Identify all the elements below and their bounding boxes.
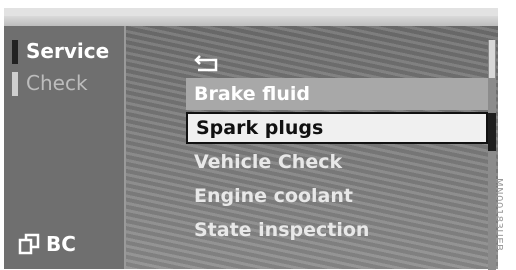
left-menu-item-label: Service — [26, 39, 110, 63]
bc-label: BC — [46, 232, 76, 256]
selection-marker — [12, 40, 18, 64]
menu-item-state-inspection[interactable]: State inspection — [186, 214, 488, 246]
image-code: MN00183UEB — [493, 178, 504, 252]
bc-icon — [18, 233, 40, 255]
bc-button[interactable]: BC — [18, 230, 76, 258]
scrollbar-thumb[interactable] — [488, 113, 496, 151]
left-menu-item-label: Check — [26, 71, 88, 95]
menu-item-brake-fluid[interactable]: Brake fluid — [186, 78, 488, 110]
menu-item-engine-coolant[interactable]: Engine coolant — [186, 180, 488, 212]
menu-item-vehicle-check[interactable]: Vehicle Check — [186, 146, 488, 178]
scrollbar-cap — [489, 40, 495, 78]
menu-item-spark-plugs[interactable]: Spark plugs — [186, 112, 488, 144]
back-button[interactable] — [186, 50, 488, 76]
top-strip — [4, 16, 498, 26]
back-arrow-icon — [194, 55, 218, 72]
selection-marker — [12, 72, 18, 96]
display-screen: Service Check BC Brake fluid Spark plugs… — [4, 8, 498, 270]
